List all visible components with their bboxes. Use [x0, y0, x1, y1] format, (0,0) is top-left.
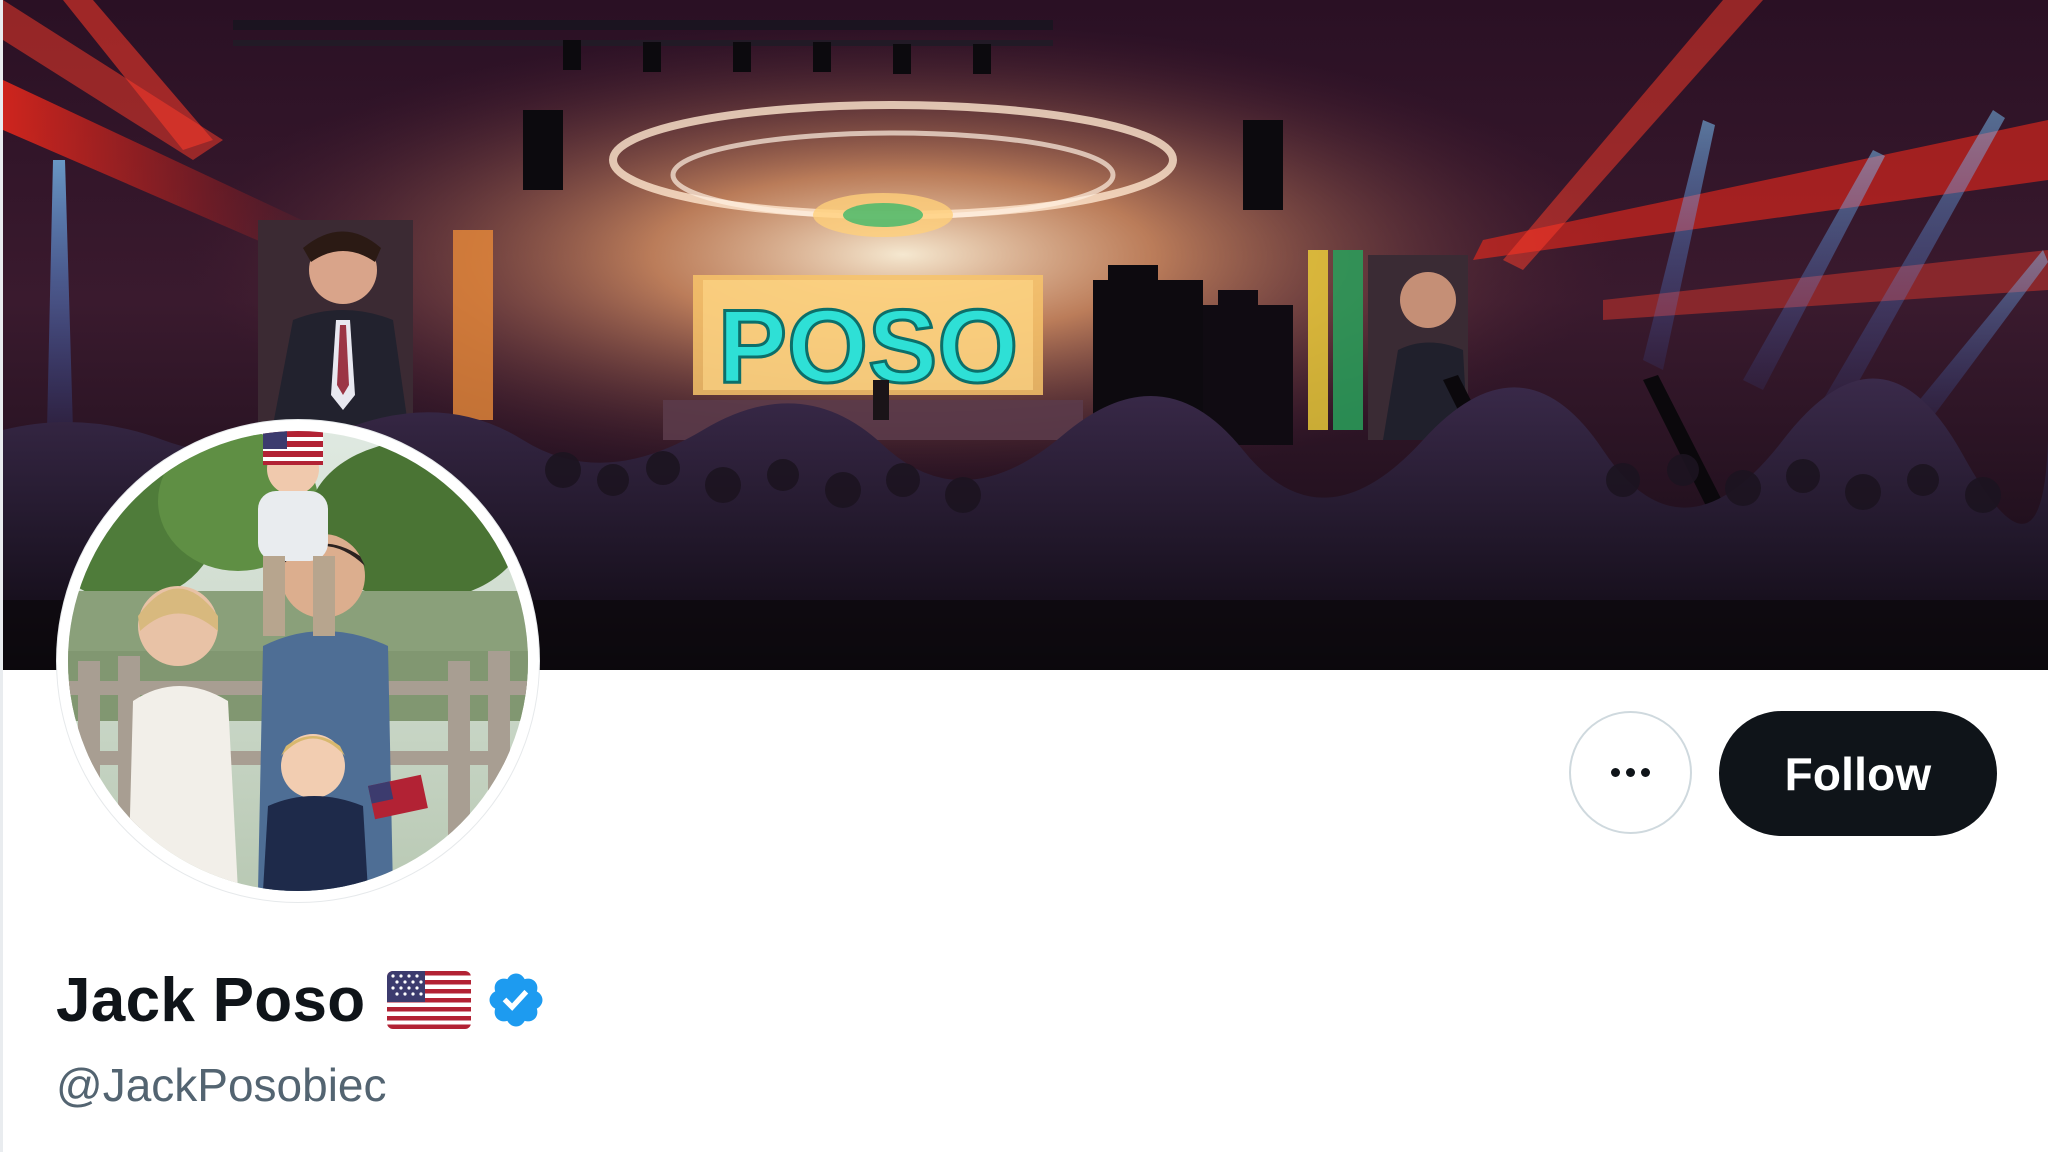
profile-page: POSO Follow Jack Poso @JackPosobiec: [0, 0, 2048, 1152]
profile-name-row: Jack Poso: [56, 960, 547, 1040]
follow-button[interactable]: Follow: [1719, 711, 1997, 836]
stage-screen-text: POSO: [718, 289, 1019, 405]
us-flag-emoji: [387, 971, 472, 1029]
more-horizontal-icon: [1611, 768, 1650, 777]
verified-badge-icon[interactable]: [485, 969, 547, 1031]
avatar[interactable]: [68, 431, 528, 891]
more-options-button[interactable]: [1569, 711, 1692, 834]
profile-handle: @JackPosobiec: [56, 1059, 387, 1111]
display-name: Jack Poso: [56, 965, 366, 1035]
